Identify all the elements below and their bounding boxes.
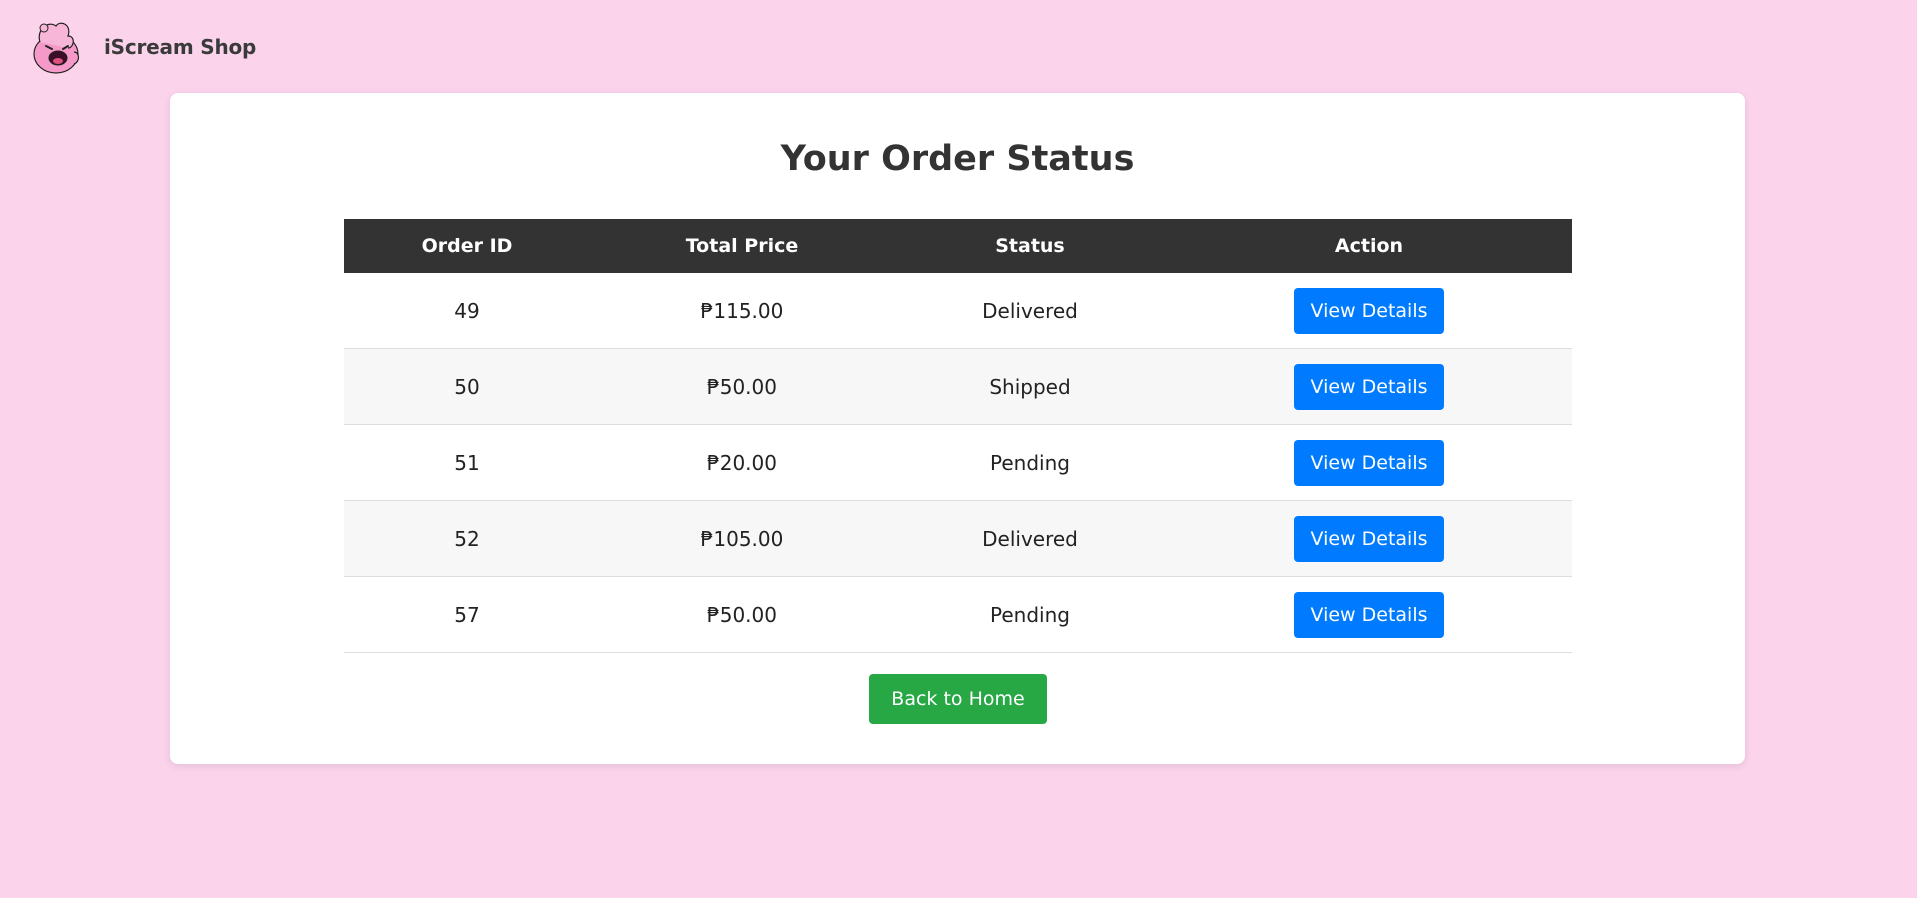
status-cell: Pending (894, 424, 1166, 501)
status-cell: Shipped (894, 348, 1166, 425)
column-header-order-id: Order ID (344, 219, 590, 273)
view-details-button[interactable]: View Details (1294, 287, 1444, 334)
table-header-row: Order ID Total Price Status Action (344, 219, 1572, 273)
order-id-cell: 57 (344, 576, 590, 653)
table-row: 57 ₱50.00 Pending View Details (344, 576, 1572, 653)
column-header-total-price: Total Price (590, 219, 894, 273)
table-row: 50 ₱50.00 Shipped View Details (344, 348, 1572, 425)
action-cell: View Details (1166, 273, 1572, 349)
action-cell: View Details (1166, 500, 1572, 577)
ice-cream-mascot-logo-icon[interactable] (30, 18, 82, 76)
status-cell: Delivered (894, 273, 1166, 349)
order-id-cell: 52 (344, 500, 590, 577)
total-price-cell: ₱105.00 (590, 500, 894, 577)
view-details-button[interactable]: View Details (1294, 591, 1444, 638)
status-cell: Delivered (894, 500, 1166, 577)
orders-table: Order ID Total Price Status Action 49 ₱1… (344, 219, 1572, 653)
back-to-home-button[interactable]: Back to Home (869, 674, 1047, 724)
column-header-action: Action (1166, 219, 1572, 273)
view-details-button[interactable]: View Details (1294, 439, 1444, 486)
total-price-cell: ₱115.00 (590, 273, 894, 349)
view-details-button[interactable]: View Details (1294, 363, 1444, 410)
page-title: Your Order Status (780, 139, 1135, 179)
order-id-cell: 49 (344, 273, 590, 349)
order-id-cell: 51 (344, 424, 590, 501)
table-row: 51 ₱20.00 Pending View Details (344, 424, 1572, 501)
order-id-cell: 50 (344, 348, 590, 425)
total-price-cell: ₱50.00 (590, 348, 894, 425)
top-bar: iScream Shop (30, 18, 256, 76)
total-price-cell: ₱20.00 (590, 424, 894, 501)
action-cell: View Details (1166, 424, 1572, 501)
view-details-button[interactable]: View Details (1294, 515, 1444, 562)
order-status-card: Your Order Status Order ID Total Price S… (170, 93, 1745, 764)
brand-name[interactable]: iScream Shop (104, 35, 256, 59)
action-cell: View Details (1166, 576, 1572, 653)
action-cell: View Details (1166, 348, 1572, 425)
table-row: 49 ₱115.00 Delivered View Details (344, 273, 1572, 349)
status-cell: Pending (894, 576, 1166, 653)
table-row: 52 ₱105.00 Delivered View Details (344, 500, 1572, 577)
total-price-cell: ₱50.00 (590, 576, 894, 653)
column-header-status: Status (894, 219, 1166, 273)
